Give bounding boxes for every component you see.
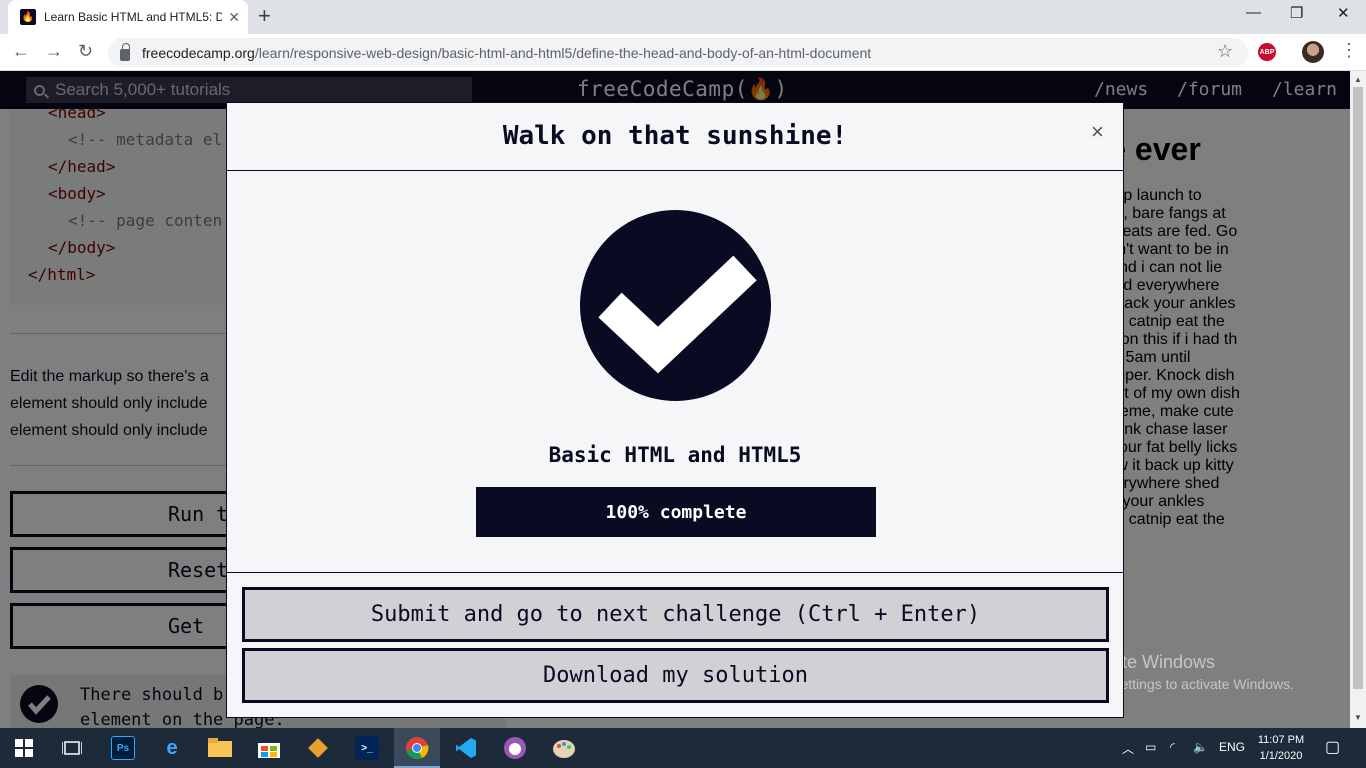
windows-start-icon[interactable] xyxy=(12,736,36,760)
language-indicator[interactable]: ENG xyxy=(1219,740,1245,754)
restore-window-button[interactable]: ❐ xyxy=(1290,4,1303,22)
modal-header: Walk on that sunshine! × xyxy=(227,103,1123,171)
success-check-icon xyxy=(580,210,771,401)
wifi-icon[interactable]: ◜ xyxy=(1170,740,1175,754)
powershell-icon[interactable]: >_ xyxy=(355,736,379,760)
chrome-icon[interactable] xyxy=(405,736,429,760)
browser-tab-strip: (🔥) Learn Basic HTML and HTML5: D ✕ + — … xyxy=(0,0,1366,34)
close-tab-icon[interactable]: ✕ xyxy=(228,9,240,26)
page-scrollbar[interactable]: ▲ ▼ xyxy=(1350,71,1366,728)
fcc-favicon-icon: (🔥) xyxy=(16,9,40,25)
volume-icon[interactable]: 🔈 xyxy=(1193,740,1208,754)
browser-toolbar: ← → ↻ freecodecamp.org /learn/responsive… xyxy=(0,34,1366,71)
url-path: /learn/responsive-web-design/basic-html-… xyxy=(254,44,872,61)
browser-tab[interactable]: (🔥) Learn Basic HTML and HTML5: D ✕ xyxy=(8,0,248,34)
tray-overflow-icon[interactable]: ︿ xyxy=(1122,740,1134,757)
modal-title: Walk on that sunshine! xyxy=(502,121,848,151)
block-name: Basic HTML and HTML5 xyxy=(548,443,802,467)
vscode-icon[interactable] xyxy=(454,736,478,760)
profile-avatar[interactable] xyxy=(1302,41,1324,63)
paint-icon[interactable] xyxy=(552,736,576,760)
completion-progress-bar: 100% complete xyxy=(476,487,876,537)
address-bar[interactable]: freecodecamp.org /learn/responsive-web-d… xyxy=(108,38,1248,67)
adblock-plus-icon[interactable]: ABP xyxy=(1258,43,1276,61)
browser-menu-icon[interactable]: ⋮ xyxy=(1340,40,1358,61)
github-desktop-icon[interactable] xyxy=(503,736,527,760)
url-host: freecodecamp.org xyxy=(142,44,255,61)
close-modal-button[interactable]: × xyxy=(1091,119,1104,145)
close-window-button[interactable]: ✕ xyxy=(1337,4,1350,22)
tab-title: Learn Basic HTML and HTML5: D xyxy=(44,10,223,24)
scroll-up-arrow-icon[interactable]: ▲ xyxy=(1354,75,1362,84)
divider xyxy=(227,572,1123,573)
battery-icon[interactable]: ▭ xyxy=(1145,740,1156,754)
bookmark-star-icon[interactable]: ☆ xyxy=(1217,41,1233,62)
challenge-complete-modal: Walk on that sunshine! × Basic HTML and … xyxy=(226,102,1124,718)
file-explorer-icon[interactable] xyxy=(208,736,232,760)
minimize-window-button[interactable]: — xyxy=(1246,4,1261,21)
system-clock[interactable]: 11:07 PM 1/1/2020 xyxy=(1253,732,1309,764)
edge-icon[interactable]: e xyxy=(160,736,184,760)
scroll-down-arrow-icon[interactable]: ▼ xyxy=(1354,713,1362,722)
lock-icon xyxy=(120,42,130,61)
notifications-icon[interactable]: ▢ xyxy=(1325,737,1340,757)
download-solution-button[interactable]: Download my solution xyxy=(242,648,1109,703)
new-tab-button[interactable]: + xyxy=(258,5,271,27)
forward-button[interactable]: → xyxy=(45,41,63,62)
store-icon[interactable] xyxy=(257,736,281,760)
submit-next-challenge-button[interactable]: Submit and go to next challenge (Ctrl + … xyxy=(242,587,1109,642)
photoshop-icon[interactable]: Ps xyxy=(111,736,135,760)
reload-button[interactable]: ↻ xyxy=(78,41,93,62)
progress-label: 100% complete xyxy=(605,501,747,523)
windows-taskbar: Ps e >_ ︿ ▭ ◜ 🔈 ENG 11:07 PM 1/1/2020 ▢ xyxy=(0,728,1366,768)
task-view-icon[interactable] xyxy=(60,736,84,760)
scroll-thumb[interactable] xyxy=(1353,87,1363,689)
git-icon[interactable] xyxy=(306,736,330,760)
back-button[interactable]: ← xyxy=(12,41,30,62)
